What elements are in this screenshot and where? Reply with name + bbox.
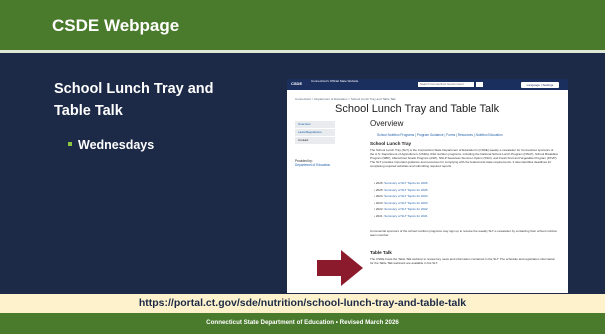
section-heading-slt: School Lunch Tray: [370, 141, 412, 146]
list-item[interactable]: • 2024: Summary of SLT Topics for 2024: [374, 193, 428, 200]
year-list: • 2026: Summary of SLT Topics for 2026 •…: [374, 180, 428, 219]
site-org-name: Connecticut's Official State Website: [311, 79, 359, 83]
provided-by-link[interactable]: Department of Education: [295, 163, 330, 167]
header-bar: CSDE Webpage: [0, 0, 605, 50]
signup-note: Commercial sponsors of the school nutrit…: [370, 229, 558, 237]
pointer-arrow-icon: [317, 250, 363, 286]
site-search-input[interactable]: Search Connecticut Government: [418, 82, 474, 87]
url-bar: https://portal.ct.gov/sde/nutrition/scho…: [0, 294, 605, 313]
sidebar: Overview Laws/Regulations Contact: [295, 121, 335, 145]
search-icon[interactable]: [476, 82, 483, 87]
bullet-label: Wednesdays: [78, 138, 155, 152]
list-item[interactable]: • 2022: Summary of SLT Topics for 2022: [374, 206, 428, 213]
list-item[interactable]: • 2026: Summary of SLT Topics for 2026: [374, 180, 428, 187]
slide: CSDE Webpage School Lunch Tray and Table…: [0, 0, 605, 334]
footer-bar: Connecticut State Department of Educatio…: [0, 313, 605, 334]
footer-text: Connecticut State Department of Educatio…: [206, 319, 399, 326]
site-header: CSDE Connecticut's Official State Websit…: [287, 79, 568, 90]
language-settings-button[interactable]: Language | Settings: [521, 81, 559, 88]
overview-heading: Overview: [370, 119, 404, 128]
site-logo[interactable]: CSDE: [291, 81, 302, 86]
section-text-table-talk: The CSDE hosts the Table Talk webinar to…: [370, 257, 556, 265]
slide-title: CSDE Webpage: [52, 16, 180, 35]
page-url[interactable]: https://portal.ct.gov/sde/nutrition/scho…: [0, 297, 605, 309]
sidebar-item-contact[interactable]: Contact: [295, 137, 335, 144]
provided-by: Provided by: Department of Education: [295, 159, 330, 167]
sidebar-item-laws[interactable]: Laws/Regulations: [295, 129, 335, 136]
sidebar-item-overview[interactable]: Overview: [295, 121, 335, 128]
bullet-square-icon: [68, 141, 72, 146]
breadcrumb[interactable]: Connecticut > Department of Education > …: [295, 97, 396, 101]
program-nav-links[interactable]: School Nutrition Programs | Program Guid…: [377, 133, 503, 137]
header-divider: [0, 50, 605, 53]
section-text-slt: The School Lunch Tray (SLT) is the Conne…: [370, 148, 558, 168]
page-title: School Lunch Tray and Table Talk: [335, 103, 500, 115]
section-heading-table-talk: Table Talk: [370, 250, 392, 255]
topic-title: School Lunch Tray and Table Talk: [54, 81, 214, 119]
list-item[interactable]: • 2021: Summary of SLT Topics for 2021: [374, 213, 428, 220]
bullet-item: Wednesdays: [68, 138, 154, 152]
